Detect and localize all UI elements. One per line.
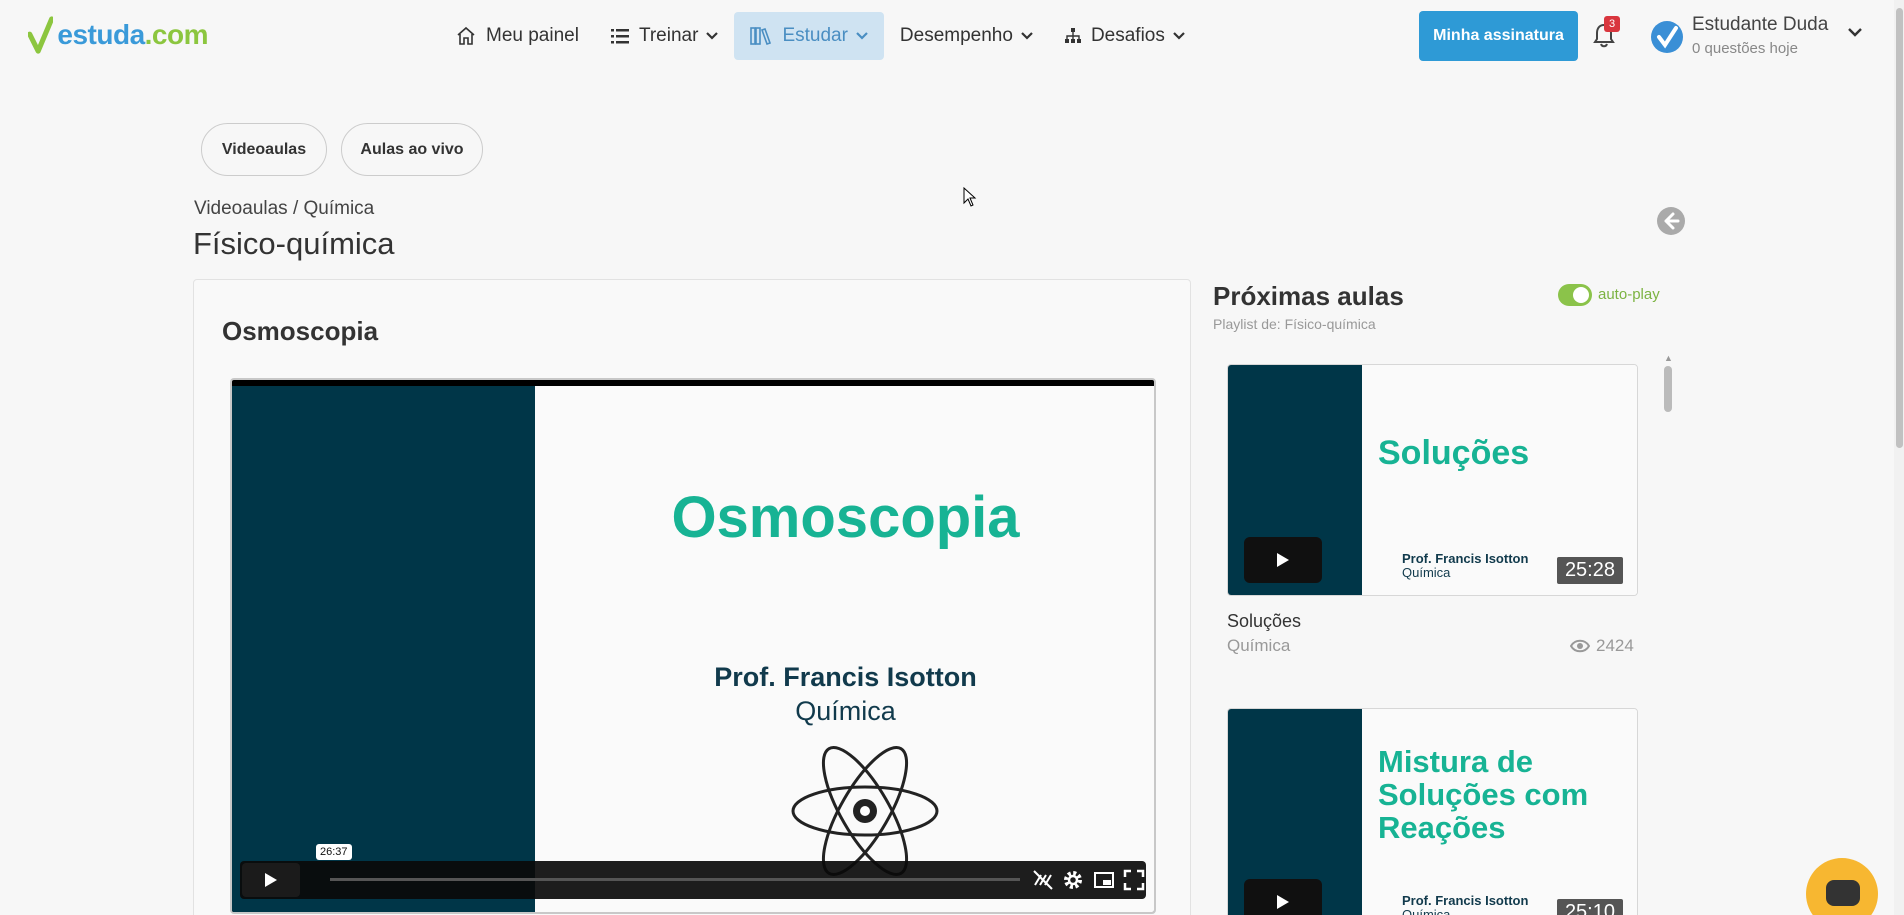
playlist-item-thumbnail[interactable]: Mistura de Soluções com Reações Prof. Fr… <box>1227 708 1638 915</box>
main-nav: Meu painel Treinar Estudar Desempenho De… <box>440 12 1201 60</box>
thumb-title: Soluções <box>1378 434 1530 472</box>
video-player[interactable]: Osmoscopia Prof. Francis Isotton Química… <box>230 378 1156 914</box>
logo-text: estuda.com <box>57 19 208 50</box>
logo[interactable]: estuda.com <box>28 12 209 58</box>
slide-subject: Química <box>795 696 896 726</box>
lesson-card: Osmoscopia Osmoscopia Prof. Francis Isot… <box>193 279 1191 915</box>
slide-professor: Prof. Francis Isotton <box>714 662 977 692</box>
chevron-down-icon <box>856 32 868 40</box>
play-button[interactable] <box>242 863 300 897</box>
nav-treinar[interactable]: Treinar <box>595 12 734 60</box>
thumb-professor: Prof. Francis Isotton <box>1402 551 1529 566</box>
thumb-subject: Química <box>1402 565 1451 580</box>
autoplay-label: auto-play <box>1598 286 1660 303</box>
nav-desafios[interactable]: Desafios <box>1049 12 1201 60</box>
slide-sidebar <box>232 386 535 912</box>
scroll-up-arrow-icon[interactable]: ▲ <box>1664 353 1673 363</box>
playlist-label: Playlist de: Físico-química <box>1213 316 1376 332</box>
breadcrumb[interactable]: Videoaulas / Química <box>194 198 374 220</box>
chat-icon <box>1826 880 1860 906</box>
picture-in-picture-icon[interactable] <box>1093 869 1115 891</box>
playlist-item-name[interactable]: Soluções <box>1227 611 1301 632</box>
chevron-down-icon <box>1173 32 1185 40</box>
playlist-scrollbar[interactable] <box>1664 366 1672 412</box>
playlist-item-subject: Química <box>1227 636 1291 655</box>
thumb-play-button[interactable] <box>1244 537 1322 583</box>
tab-videoaulas[interactable]: Videoaulas <box>201 123 327 176</box>
nav-label: Treinar <box>638 25 699 46</box>
duration-badge: 25:10 <box>1556 899 1623 915</box>
page-title: Físico-química <box>193 226 395 261</box>
tab-aulas-ao-vivo[interactable]: Aulas ao vivo <box>341 123 483 176</box>
sitemap-icon <box>1064 28 1081 43</box>
play-icon <box>265 873 277 887</box>
mouse-cursor-icon <box>963 187 977 207</box>
user-name[interactable]: Estudante Duda <box>1692 14 1828 36</box>
user-status: 0 questões hoje <box>1692 40 1798 57</box>
subscription-button[interactable]: Minha assinatura <box>1419 11 1578 61</box>
nav-meu-painel[interactable]: Meu painel <box>440 12 595 60</box>
playlist-item-thumbnail[interactable]: Soluções Prof. Francis Isotton Química 2… <box>1227 364 1638 596</box>
chat-button[interactable] <box>1806 858 1878 915</box>
logo-check-icon <box>28 16 54 54</box>
back-arrow-icon[interactable] <box>1656 206 1686 236</box>
time-tooltip: 26:37 <box>316 844 352 860</box>
nav-label: Desempenho <box>899 25 1013 46</box>
nav-label: Meu painel <box>486 25 579 46</box>
slide-title: Osmoscopia <box>671 485 1020 550</box>
next-lessons-title: Próximas aulas <box>1213 281 1404 311</box>
eye-icon <box>1570 639 1590 653</box>
thumb-professor: Prof. Francis Isotton <box>1402 893 1529 908</box>
thumb-subject: Química <box>1402 907 1451 915</box>
lesson-title: Osmoscopia <box>222 316 379 346</box>
gear-icon[interactable] <box>1062 869 1084 891</box>
nav-desempenho[interactable]: Desempenho <box>884 12 1049 60</box>
view-count-value: 2424 <box>1596 636 1634 655</box>
thumb-content: Mistura de Soluções com Reações Prof. Fr… <box>1362 709 1637 915</box>
progress-bar[interactable] <box>330 878 1020 881</box>
page-scrollbar-thumb[interactable] <box>1896 8 1903 448</box>
nav-label: Desafios <box>1090 25 1165 46</box>
duration-badge: 25:28 <box>1556 557 1623 584</box>
avatar[interactable] <box>1650 20 1684 54</box>
autoplay-toggle[interactable] <box>1558 284 1592 306</box>
slide-content: Osmoscopia Prof. Francis Isotton Química <box>535 386 1154 912</box>
home-icon <box>457 26 475 45</box>
nav-estudar[interactable]: Estudar <box>734 12 884 60</box>
captions-off-icon[interactable] <box>1032 869 1054 891</box>
play-icon <box>1277 553 1289 567</box>
fullscreen-icon[interactable] <box>1123 869 1145 891</box>
top-navbar: estuda.com Meu painel Treinar Estudar De… <box>0 0 1904 72</box>
nav-label: Estudar <box>782 25 848 46</box>
video-controls: 26:37 <box>240 844 1146 899</box>
thumb-title: Mistura de Soluções com Reações <box>1378 744 1589 846</box>
play-icon <box>1277 895 1289 909</box>
thumb-play-button[interactable] <box>1244 879 1322 915</box>
view-count: 2424 <box>1570 636 1634 656</box>
chevron-down-icon[interactable] <box>1848 28 1862 37</box>
list-icon <box>610 29 629 44</box>
chevron-down-icon <box>1021 32 1033 40</box>
books-icon <box>750 27 772 46</box>
notification-badge: 3 <box>1604 16 1620 32</box>
chevron-down-icon <box>706 32 719 40</box>
